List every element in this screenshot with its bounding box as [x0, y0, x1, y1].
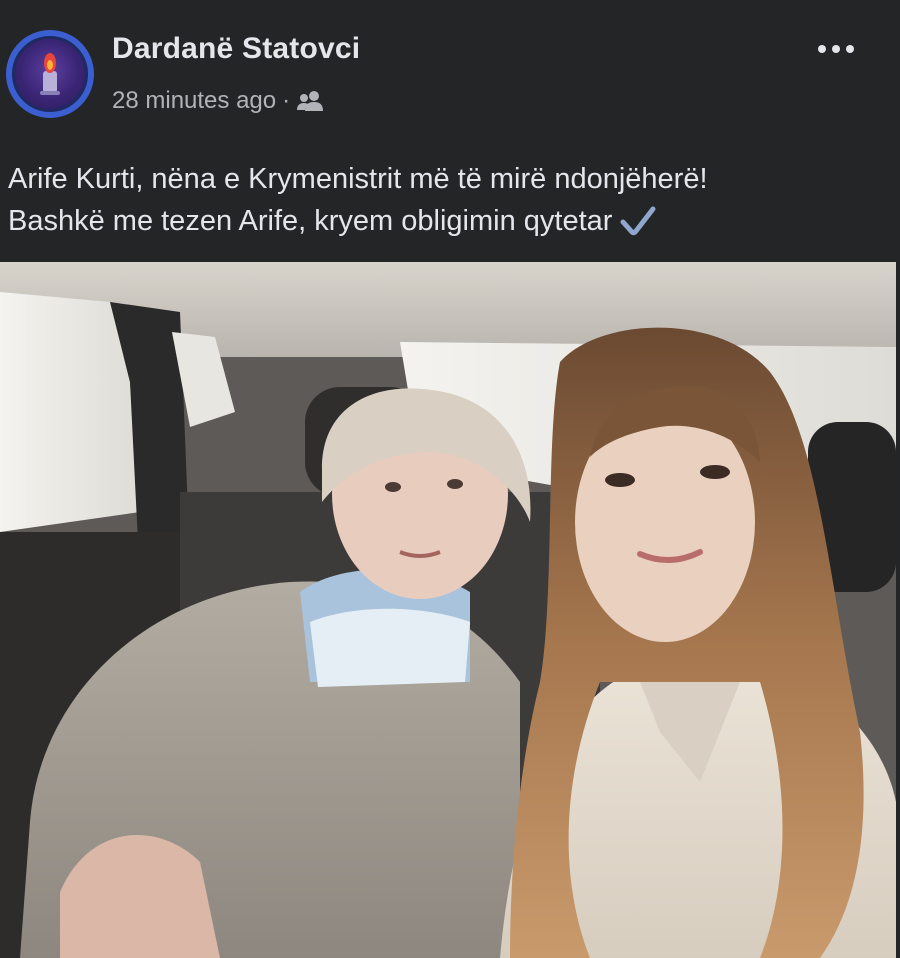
post-meta: 28 minutes ago · — [112, 86, 326, 116]
caption-line-2: Bashkë me tezen Arife, kryem obligimin q… — [8, 200, 888, 242]
author-name[interactable]: Dardanë Statovci — [112, 32, 360, 66]
post-header: Dardanë Statovci 28 minutes ago · — [0, 0, 900, 140]
friends-icon[interactable] — [296, 90, 326, 112]
avatar-image — [12, 36, 88, 112]
photo-image — [0, 262, 896, 958]
candle-icon — [40, 53, 60, 95]
facebook-post: Dardanë Statovci 28 minutes ago · Arife … — [0, 0, 900, 958]
check-mark-icon — [620, 206, 656, 236]
post-caption: Arife Kurti, nëna e Krymenistrit më të m… — [8, 158, 888, 242]
more-options-icon — [818, 45, 854, 53]
post-photo[interactable] — [0, 262, 896, 958]
meta-separator: · — [282, 87, 291, 114]
more-options-button[interactable] — [816, 34, 856, 64]
caption-line-1: Arife Kurti, nëna e Krymenistrit më të m… — [8, 163, 708, 195]
author-avatar[interactable] — [6, 30, 94, 118]
post-timestamp[interactable]: 28 minutes ago — [112, 87, 276, 115]
caption-line-2-text: Bashkë me tezen Arife, kryem obligimin q… — [8, 205, 613, 237]
